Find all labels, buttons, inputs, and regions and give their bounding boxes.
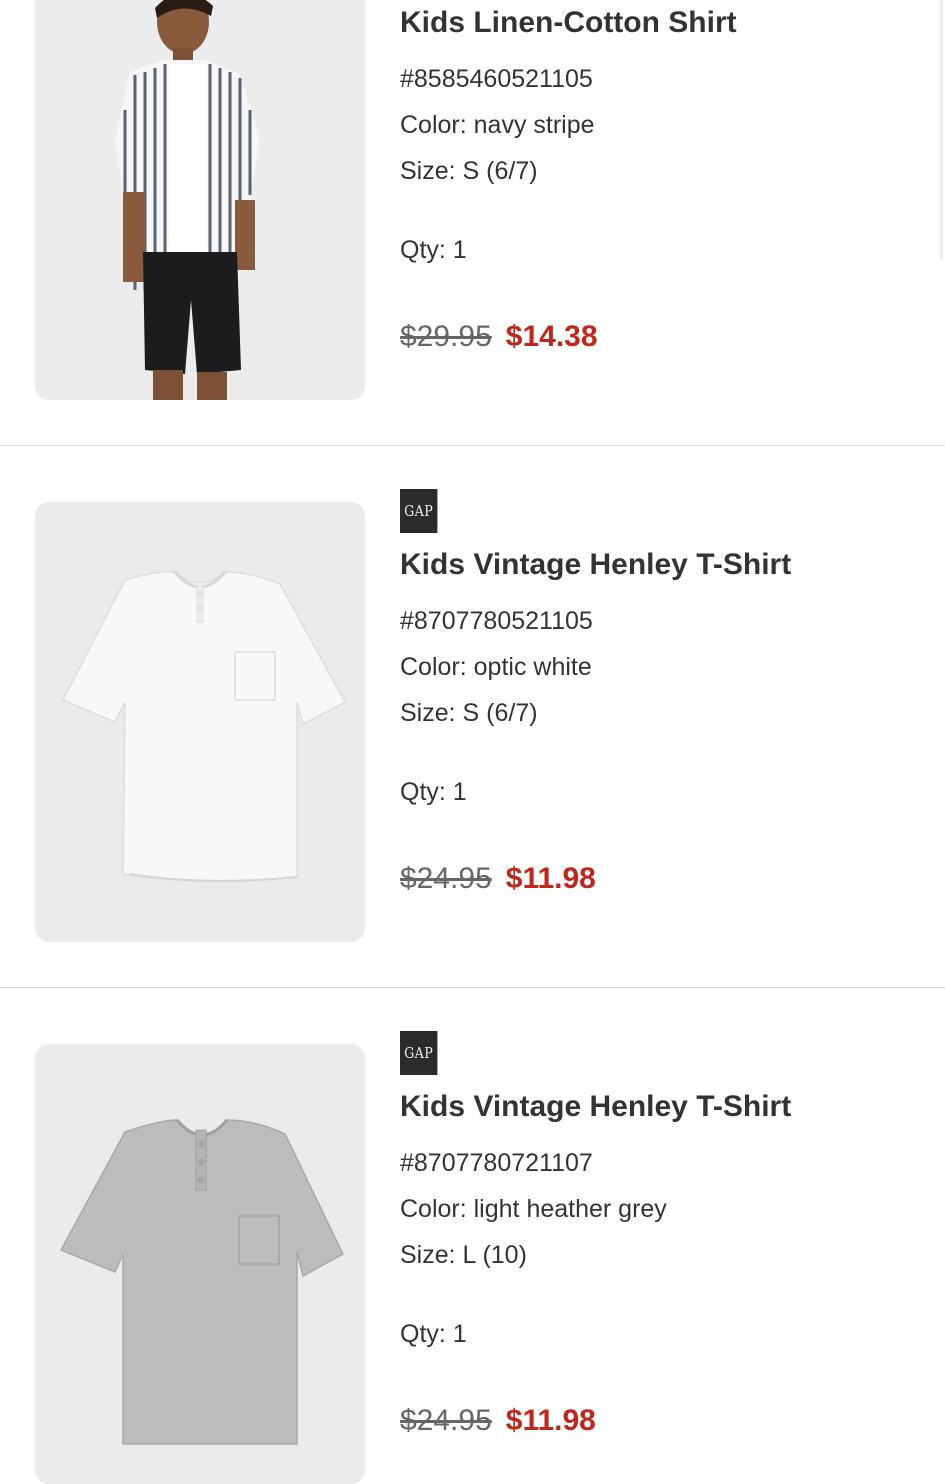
sale-price: $11.98 xyxy=(505,862,596,895)
price-row: $29.95 $14.38 xyxy=(400,320,598,354)
original-price: $29.95 xyxy=(400,320,492,353)
product-color: Color: optic white xyxy=(400,653,592,681)
product-sku: #8585460521105 xyxy=(400,65,593,93)
product-size: Size: S (6/7) xyxy=(400,157,538,185)
price-row: $24.95 $11.98 xyxy=(400,1404,596,1438)
original-price: $24.95 xyxy=(400,1404,492,1437)
cart-item: GAP Kids Vintage Henley T-Shirt #8707780… xyxy=(0,446,945,987)
product-size: Size: L (10) xyxy=(400,1241,527,1269)
cart-item: Kids Linen-Cotton Shirt #8585460521105 C… xyxy=(0,0,945,445)
sale-price: $14.38 xyxy=(505,320,598,353)
sale-price: $11.98 xyxy=(505,1404,596,1437)
product-image[interactable] xyxy=(35,1044,365,1484)
product-title[interactable]: Kids Vintage Henley T-Shirt xyxy=(400,548,791,582)
product-sku: #8707780721107 xyxy=(400,1149,593,1177)
gap-logo-icon: GAP xyxy=(400,489,438,533)
original-price: $24.95 xyxy=(400,862,492,895)
product-image[interactable] xyxy=(35,502,365,942)
product-quantity: Qty: 1 xyxy=(400,1320,467,1348)
product-color: Color: light heather grey xyxy=(400,1195,667,1223)
product-quantity: Qty: 1 xyxy=(400,236,467,264)
product-quantity: Qty: 1 xyxy=(400,778,467,806)
cart-item: GAP Kids Vintage Henley T-Shirt #8707780… xyxy=(0,988,945,1484)
product-size: Size: S (6/7) xyxy=(400,699,538,727)
product-image[interactable] xyxy=(35,0,365,400)
product-title[interactable]: Kids Linen-Cotton Shirt xyxy=(400,6,737,40)
product-sku: #8707780521105 xyxy=(400,607,593,635)
gap-logo-icon: GAP xyxy=(400,1031,438,1075)
product-color: Color: navy stripe xyxy=(400,111,595,139)
product-title[interactable]: Kids Vintage Henley T-Shirt xyxy=(400,1090,791,1124)
price-row: $24.95 $11.98 xyxy=(400,862,596,896)
